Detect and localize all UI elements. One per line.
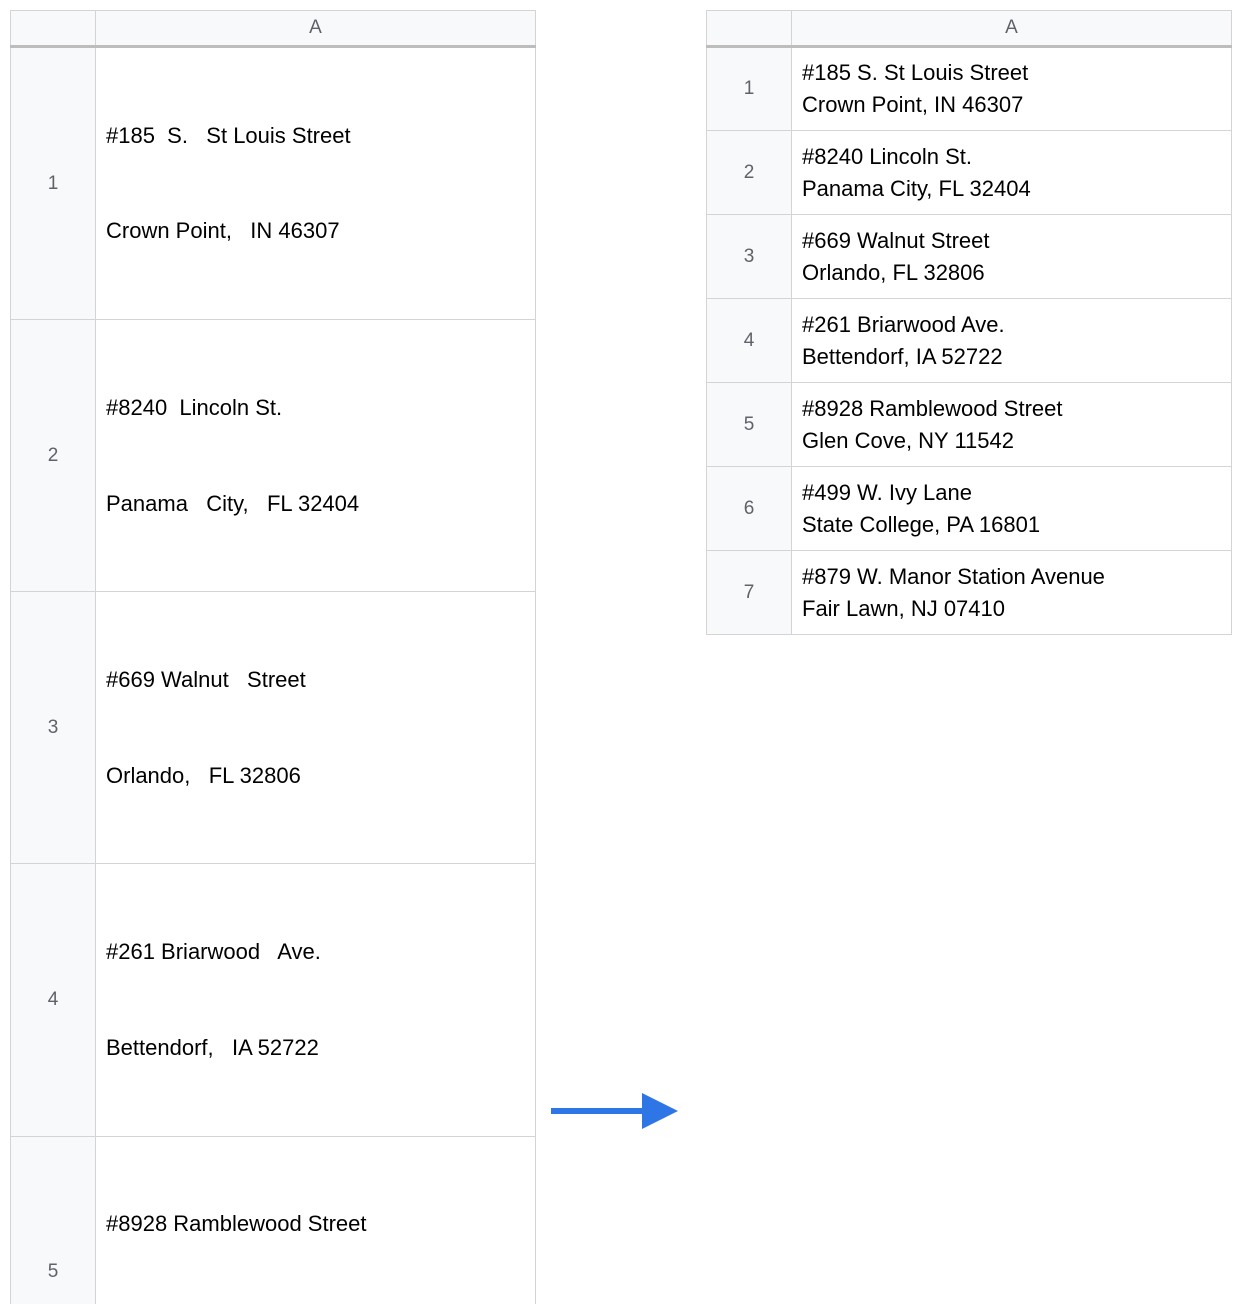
row-header[interactable]: 6: [707, 467, 792, 551]
table-row: 1 #185 S. St Louis Street Crown Point, I…: [707, 47, 1232, 131]
data-cell[interactable]: #669 Walnut Street Orlando, FL 32806: [792, 215, 1232, 299]
cell-line: #8240 Lincoln St.: [802, 141, 1221, 173]
cell-line: Panama City, FL 32404: [802, 173, 1221, 205]
data-cell[interactable]: #8240 Lincoln St. Panama City, FL 32404: [96, 320, 536, 592]
data-cell[interactable]: #185 S. St Louis Street Crown Point, IN …: [792, 47, 1232, 131]
cell-line: #185 S. St Louis Street: [802, 57, 1221, 89]
cell-line: #879 W. Manor Station Avenue: [802, 561, 1221, 593]
data-cell[interactable]: #261 Briarwood Ave. Bettendorf, IA 52722: [792, 299, 1232, 383]
corner-cell-left[interactable]: [11, 11, 96, 47]
row-header[interactable]: 2: [707, 131, 792, 215]
table-row: 4 #261 Briarwood Ave. Bettendorf, IA 527…: [11, 864, 536, 1136]
spreadsheet-right: A 1 #185 S. St Louis Street Crown Point,…: [706, 10, 1232, 635]
table-row: 6 #499 W. Ivy Lane State College, PA 168…: [707, 467, 1232, 551]
cell-line: Fair Lawn, NJ 07410: [802, 593, 1221, 625]
cell-line: #669 Walnut Street: [106, 664, 525, 696]
table-row: 5 #8928 Ramblewood Street Glen Cove, NY …: [707, 383, 1232, 467]
row-header[interactable]: 4: [11, 864, 96, 1136]
spreadsheet-left: A 1 #185 S. St Louis Street Crown Point,…: [10, 10, 536, 1304]
cell-line: Panama City, FL 32404: [106, 488, 525, 520]
data-cell[interactable]: #499 W. Ivy Lane State College, PA 16801: [792, 467, 1232, 551]
row-header[interactable]: 5: [11, 1136, 96, 1304]
table-row: 1 #185 S. St Louis Street Crown Point, I…: [11, 47, 536, 320]
cell-line: Bettendorf, IA 52722: [802, 341, 1221, 373]
row-header[interactable]: 4: [707, 299, 792, 383]
table-row: 7 #879 W. Manor Station Avenue Fair Lawn…: [707, 551, 1232, 635]
data-cell[interactable]: #8928 Ramblewood Street Glen Cove, NY 11…: [792, 383, 1232, 467]
cell-line: Crown Point, IN 46307: [802, 89, 1221, 121]
row-header[interactable]: 5: [707, 383, 792, 467]
data-cell[interactable]: #261 Briarwood Ave. Bettendorf, IA 52722: [96, 864, 536, 1136]
data-cell[interactable]: #669 Walnut Street Orlando, FL 32806: [96, 592, 536, 864]
data-cell[interactable]: #8928 Ramblewood Street Glen Cove, NY 11…: [96, 1136, 536, 1304]
row-header[interactable]: 7: [707, 551, 792, 635]
table-row: 2 #8240 Lincoln St. Panama City, FL 3240…: [707, 131, 1232, 215]
row-header[interactable]: 3: [707, 215, 792, 299]
row-header[interactable]: 2: [11, 320, 96, 592]
cell-line: Orlando, FL 32806: [802, 257, 1221, 289]
arrow-container: [536, 10, 706, 1304]
cell-line: Glen Cove, NY 11542: [802, 425, 1221, 457]
data-cell[interactable]: #185 S. St Louis Street Crown Point, IN …: [96, 47, 536, 320]
data-cell[interactable]: #8240 Lincoln St. Panama City, FL 32404: [792, 131, 1232, 215]
cell-line: #261 Briarwood Ave.: [802, 309, 1221, 341]
column-header-left[interactable]: A: [96, 11, 536, 47]
row-header[interactable]: 1: [11, 47, 96, 320]
cell-line: Bettendorf, IA 52722: [106, 1032, 525, 1064]
table-row: 5 #8928 Ramblewood Street Glen Cove, NY …: [11, 1136, 536, 1304]
arrow-right-icon: [546, 1091, 696, 1131]
cell-line: #185 S. St Louis Street: [106, 120, 525, 152]
cell-line: #261 Briarwood Ave.: [106, 936, 525, 968]
row-header[interactable]: 1: [707, 47, 792, 131]
cell-line: #499 W. Ivy Lane: [802, 477, 1221, 509]
table-row: 3 #669 Walnut Street Orlando, FL 32806: [11, 592, 536, 864]
table-row: 2 #8240 Lincoln St. Panama City, FL 3240…: [11, 320, 536, 592]
table-row: 4 #261 Briarwood Ave. Bettendorf, IA 527…: [707, 299, 1232, 383]
column-header-right[interactable]: A: [792, 11, 1232, 47]
cell-line: #669 Walnut Street: [802, 225, 1221, 257]
cell-line: #8928 Ramblewood Street: [802, 393, 1221, 425]
cell-line: #8240 Lincoln St.: [106, 392, 525, 424]
row-header[interactable]: 3: [11, 592, 96, 864]
cell-line: #8928 Ramblewood Street: [106, 1208, 525, 1240]
cell-line: Crown Point, IN 46307: [106, 215, 525, 247]
table-row: 3 #669 Walnut Street Orlando, FL 32806: [707, 215, 1232, 299]
data-cell[interactable]: #879 W. Manor Station Avenue Fair Lawn, …: [792, 551, 1232, 635]
cell-line: State College, PA 16801: [802, 509, 1221, 541]
corner-cell-right[interactable]: [707, 11, 792, 47]
cell-line: Orlando, FL 32806: [106, 760, 525, 792]
